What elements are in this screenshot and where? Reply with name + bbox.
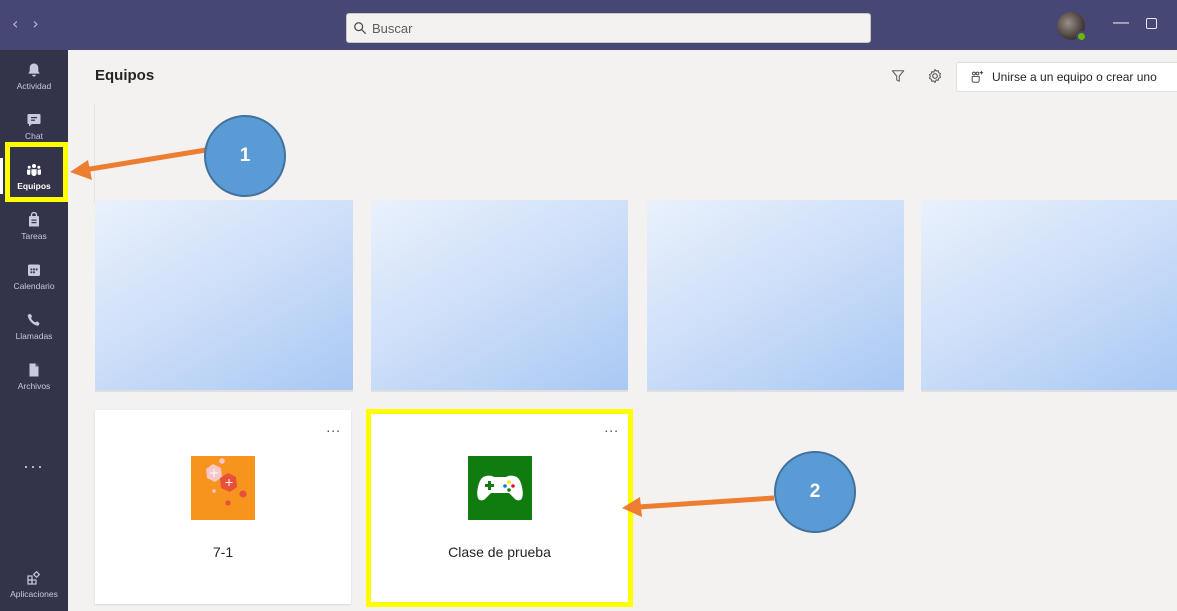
search-icon — [354, 22, 367, 35]
arrow-to-team-card — [637, 495, 775, 510]
rail-item-label: Tareas — [21, 230, 47, 241]
rail-item-label: Calendario — [13, 280, 55, 291]
rail-item-actividad[interactable]: Actividad — [0, 52, 68, 100]
filter-icon[interactable] — [891, 69, 905, 83]
rail-item-label: Llamadas — [15, 330, 53, 341]
history-nav: ‹ › — [12, 14, 39, 33]
rail-item-tareas[interactable]: Tareas — [0, 202, 68, 250]
team-card-clase-de-prueba[interactable]: ... Clase de prueba — [370, 410, 629, 604]
gear-icon[interactable] — [927, 68, 943, 84]
team-card-placeholder — [371, 200, 628, 392]
forward-arrow-icon[interactable]: › — [32, 14, 38, 33]
rail-item-label: Equipos — [17, 180, 51, 191]
panel-divider — [68, 104, 95, 204]
team-card-placeholder — [921, 200, 1177, 392]
bell-icon — [28, 63, 40, 77]
team-card-7-1[interactable]: ... 7-1 — [95, 410, 351, 604]
rail-item-llamadas[interactable]: Llamadas — [0, 302, 68, 350]
rail-item-chat[interactable]: Chat — [0, 102, 68, 150]
file-icon — [29, 363, 39, 376]
team-tile-icon — [191, 456, 255, 520]
rail-item-label: Actividad — [16, 80, 52, 91]
arrow-to-teams-rail — [83, 147, 207, 173]
minimize-icon[interactable]: — — [1113, 14, 1129, 32]
teams-icon — [27, 163, 41, 176]
rail-item-equipos[interactable]: Equipos — [0, 152, 68, 200]
app-rail: Actividad Chat Equipos Tareas Calendario… — [0, 50, 68, 611]
callout-2: 2 — [774, 451, 856, 533]
rail-item-label: Aplicaciones — [10, 588, 58, 599]
more-apps-button[interactable]: ... — [0, 452, 68, 473]
team-name: Clase de prueba — [448, 544, 551, 560]
join-or-create-team-button[interactable]: Unirse a un equipo o crear uno — [956, 62, 1177, 92]
avatar[interactable] — [1057, 12, 1087, 42]
callout-1: 1 — [204, 115, 286, 197]
search-box[interactable] — [346, 13, 871, 43]
team-card-placeholder — [95, 200, 353, 392]
search-input[interactable] — [372, 20, 852, 36]
team-card-placeholder — [647, 200, 904, 392]
rail-item-archivos[interactable]: Archivos — [0, 352, 68, 400]
team-more-options-button[interactable]: ... — [604, 420, 619, 434]
chat-icon — [27, 113, 41, 126]
calendar-icon — [28, 264, 40, 276]
phone-icon — [27, 313, 40, 326]
maximize-icon[interactable] — [1146, 18, 1157, 29]
presence-available-icon — [1076, 31, 1087, 42]
add-team-icon — [971, 70, 984, 83]
gamepad-icon — [467, 456, 532, 520]
join-button-label: Unirse a un equipo o crear uno — [992, 70, 1157, 84]
page-title: Equipos — [95, 67, 155, 84]
apps-icon — [27, 570, 41, 585]
team-more-options-button[interactable]: ... — [326, 420, 341, 434]
rail-item-label: Chat — [25, 130, 43, 141]
title-bar: ‹ › — — [0, 0, 1177, 50]
rail-item-label: Archivos — [17, 380, 51, 391]
team-name: 7-1 — [212, 544, 234, 560]
back-arrow-icon[interactable]: ‹ — [12, 14, 18, 33]
rail-item-calendario[interactable]: Calendario — [0, 252, 68, 300]
rail-item-aplicaciones[interactable]: Aplicaciones — [0, 560, 68, 608]
assignments-icon — [29, 211, 39, 226]
